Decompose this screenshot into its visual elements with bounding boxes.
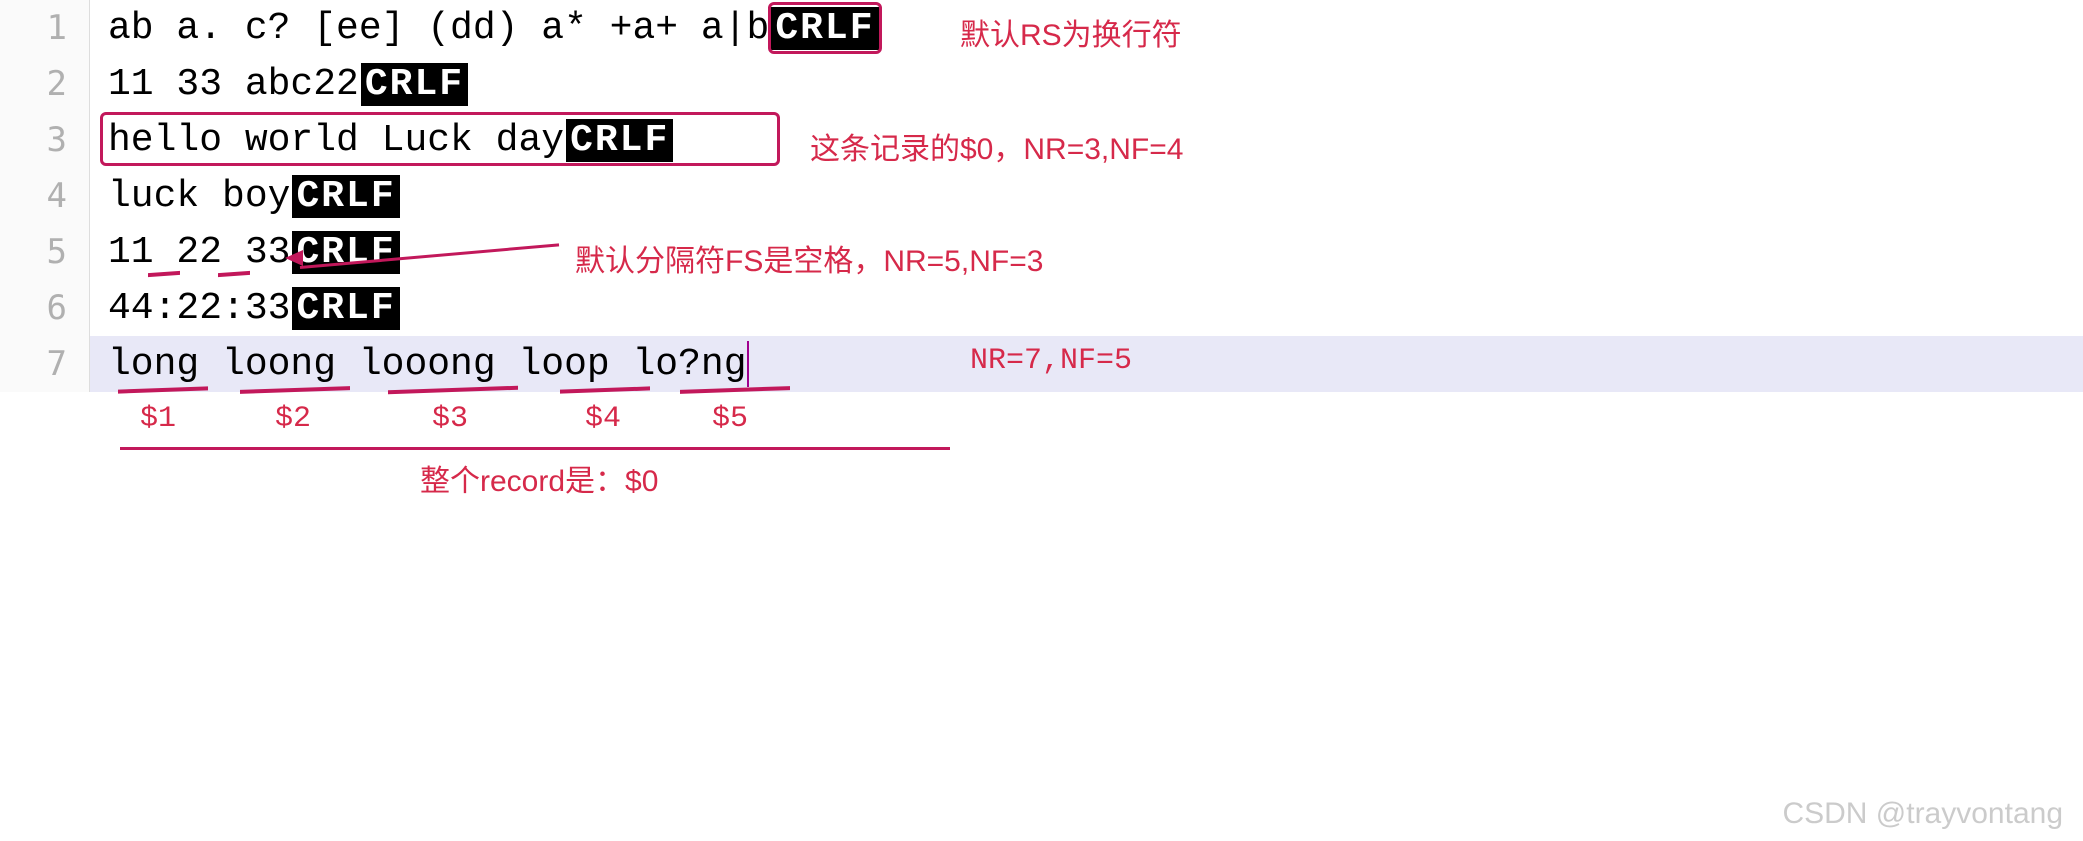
line-content[interactable]: 11 22 33CRLF xyxy=(90,231,400,274)
editor-area: 1 ab a. c? [ee] (dd) a* +a+ a|bCRLF 2 11… xyxy=(0,0,2083,392)
code-text: 44:22:33 xyxy=(108,287,290,330)
code-text: hello world Luck day xyxy=(108,119,564,162)
text-cursor xyxy=(747,341,749,387)
line-number: 2 xyxy=(0,56,90,112)
crlf-marker: CRLF xyxy=(292,287,399,330)
line-number: 3 xyxy=(0,112,90,168)
watermark: CSDN @trayvontang xyxy=(1782,797,2063,831)
code-line: 2 11 33 abc22CRLF xyxy=(0,56,2083,112)
label-field4: $4 xyxy=(585,402,621,436)
annotation-record0: 这条记录的$0，NR=3,NF=4 xyxy=(810,124,1183,168)
line-content[interactable]: 44:22:33CRLF xyxy=(90,287,400,330)
arrow-head-icon xyxy=(285,250,303,266)
line-content[interactable]: ab a. c? [ee] (dd) a* +a+ a|bCRLF xyxy=(90,7,879,50)
code-line: 6 44:22:33CRLF xyxy=(0,280,2083,336)
code-text: 11 33 abc22 xyxy=(108,63,359,106)
line-content[interactable]: hello world Luck dayCRLF xyxy=(90,119,673,162)
crlf-marker: CRLF xyxy=(361,63,468,106)
line-number: 7 xyxy=(0,336,90,392)
annotation-nr7: NR=7,NF=5 xyxy=(970,344,1132,378)
annotation-rs: 默认RS为换行符 xyxy=(960,10,1182,54)
crlf-marker: CRLF xyxy=(566,119,673,162)
code-line: 4 luck boyCRLF xyxy=(0,168,2083,224)
code-text: ab a. c? [ee] (dd) a* +a+ a|b xyxy=(108,7,769,50)
line-number: 6 xyxy=(0,280,90,336)
label-field3: $3 xyxy=(432,402,468,436)
code-text: long loong looong loop lo?ng xyxy=(108,343,747,386)
line-number: 4 xyxy=(0,168,90,224)
code-text: luck boy xyxy=(108,175,290,218)
brace-record xyxy=(120,444,950,450)
label-field2: $2 xyxy=(275,402,311,436)
label-record0: 整个record是：$0 xyxy=(420,456,658,500)
line-content[interactable]: luck boyCRLF xyxy=(90,175,400,218)
line-number: 5 xyxy=(0,224,90,280)
code-text: 11 22 33 xyxy=(108,231,290,274)
line-content[interactable]: long loong looong loop lo?ng xyxy=(90,341,749,387)
label-field5: $5 xyxy=(712,402,748,436)
crlf-marker: CRLF xyxy=(771,7,878,50)
line-number: 1 xyxy=(0,0,90,56)
crlf-marker: CRLF xyxy=(292,175,399,218)
annotation-fs: 默认分隔符FS是空格，NR=5,NF=3 xyxy=(575,236,1043,280)
label-field1: $1 xyxy=(140,402,176,436)
line-content[interactable]: 11 33 abc22CRLF xyxy=(90,63,468,106)
